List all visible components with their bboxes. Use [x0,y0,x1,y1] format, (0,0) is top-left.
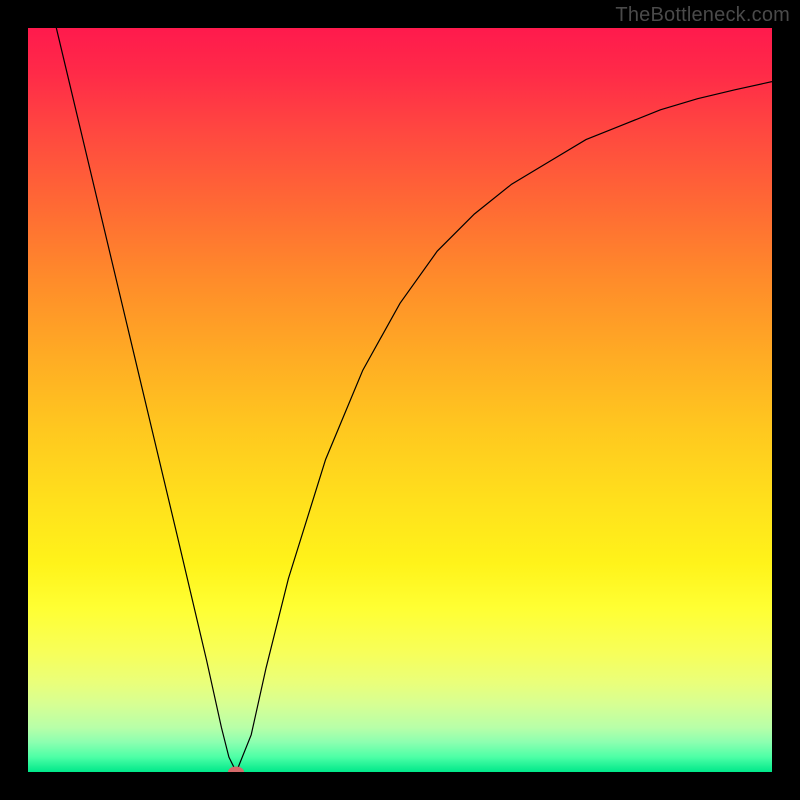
chart-frame: TheBottleneck.com [0,0,800,800]
brand-watermark: TheBottleneck.com [615,4,790,27]
minimum-marker [228,767,244,773]
plot-area [28,28,772,772]
bottleneck-curve [28,28,772,772]
